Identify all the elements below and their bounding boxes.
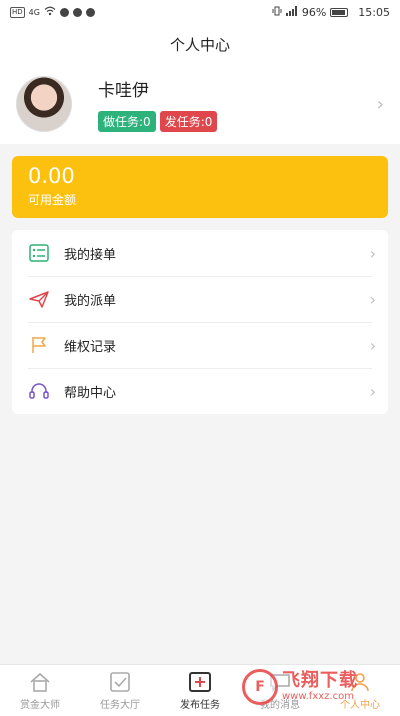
headset-icon: [28, 380, 50, 402]
do-tasks-badge[interactable]: 做任务:0: [98, 111, 156, 132]
menu-item-label: 我的接单: [64, 247, 117, 263]
battery-percent: 96%: [301, 5, 327, 19]
tab-label: 发布任务: [180, 700, 220, 711]
tab-label: 赏金大师: [20, 700, 60, 711]
wechat-notification-icon: [85, 7, 95, 17]
user-icon: [348, 670, 372, 694]
chevron-right-icon: ›: [376, 93, 384, 115]
chevron-right-icon: ›: [369, 243, 376, 263]
bottom-tab-bar: 赏金大师 任务大厅 发布任务 我的消息 个人中心: [0, 664, 400, 716]
balance-card[interactable]: 0.00 可用金额: [12, 156, 388, 218]
hd-indicator: HD: [10, 6, 25, 18]
battery-icon: [330, 7, 349, 17]
tab-my-messages[interactable]: 我的消息: [240, 670, 320, 711]
menu-item-label: 帮助中心: [64, 385, 117, 401]
vibrate-icon: [272, 6, 282, 19]
list-check-icon: [28, 242, 50, 264]
tab-label: 我的消息: [260, 700, 300, 711]
add-task-icon: [188, 670, 212, 694]
wifi-icon: [44, 6, 56, 19]
task-check-icon: [108, 670, 132, 694]
profile-info: 卡哇伊 做任务:0 发任务:0: [98, 76, 218, 132]
home-icon: [28, 670, 52, 694]
balance-label: 可用金额: [28, 193, 77, 207]
balance-amount: 0.00: [28, 164, 75, 188]
tab-post-task[interactable]: 发布任务: [160, 670, 240, 711]
menu-item-help-center[interactable]: 帮助中心 ›: [12, 368, 388, 414]
page-header: 个人中心: [0, 24, 400, 64]
status-left: HD 4G: [10, 6, 95, 19]
page-title: 个人中心: [169, 35, 230, 54]
avatar[interactable]: [16, 76, 72, 132]
chevron-right-icon: ›: [369, 381, 376, 401]
menu-item-label: 我的派单: [64, 293, 117, 309]
status-bar: HD 4G 96% 15:05: [0, 0, 400, 24]
task-badges: 做任务:0 发任务:0: [98, 111, 218, 132]
status-right: 96% 15:05: [272, 5, 390, 19]
post-tasks-badge[interactable]: 发任务:0: [159, 111, 218, 132]
tab-label: 任务大厅: [100, 700, 140, 711]
message-notification-icon: [72, 7, 82, 17]
tab-personal-center[interactable]: 个人中心: [320, 670, 400, 711]
chevron-right-icon: ›: [369, 335, 376, 355]
message-icon: [268, 670, 292, 694]
menu-list: 我的接单 › 我的派单 › 维权记录 › 帮助中心 ›: [12, 230, 388, 414]
menu-item-my-dispatched-orders[interactable]: 我的派单 ›: [12, 276, 388, 322]
tab-bounty-master[interactable]: 赏金大师: [0, 670, 80, 711]
signal-indicator: 4G: [28, 7, 40, 17]
chevron-right-icon: ›: [369, 289, 376, 309]
tab-label: 个人中心: [340, 700, 380, 711]
tab-task-hall[interactable]: 任务大厅: [80, 670, 160, 711]
menu-item-label: 维权记录: [64, 339, 117, 355]
flag-icon: [28, 334, 50, 356]
menu-item-my-accepted-orders[interactable]: 我的接单 ›: [12, 230, 388, 276]
signal-bars-icon: [285, 5, 298, 19]
profile-card[interactable]: 卡哇伊 做任务:0 发任务:0 ›: [0, 64, 400, 144]
paper-plane-icon: [28, 288, 50, 310]
status-time: 15:05: [358, 5, 390, 19]
username: 卡哇伊: [98, 81, 149, 101]
chat-notification-icon: [59, 7, 69, 17]
menu-item-rights-records[interactable]: 维权记录 ›: [12, 322, 388, 368]
